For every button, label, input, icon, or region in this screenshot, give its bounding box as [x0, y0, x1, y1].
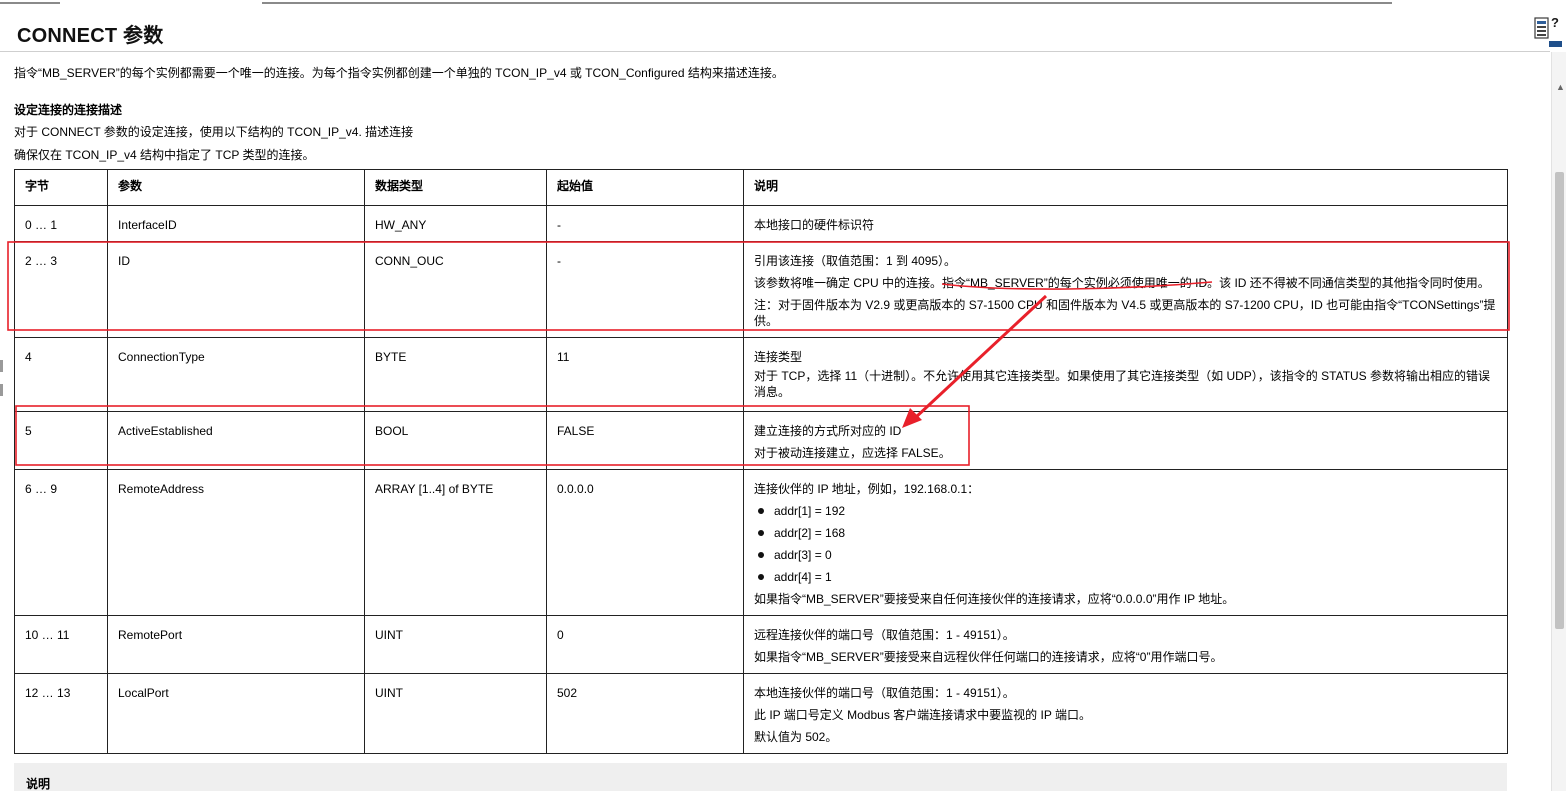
cell-parameter: RemoteAddress [107, 469, 365, 616]
cell-parameter: ID [107, 241, 365, 338]
description-line: 此 IP 端口号定义 Modbus 客户端连接请求中要监视的 IP 端口。 [754, 708, 1091, 722]
description-line: 本地连接伙伴的端口号（取值范围：1 - 49151）。 [754, 686, 1015, 700]
description-line: 对于 TCP，选择 11（十进制）。不允许使用其它连接类型。如果使用了其它连接类… [754, 369, 1491, 399]
left-edge-marks [0, 360, 4, 420]
description-line: 默认值为 502。 [754, 730, 838, 744]
cell-start-value: - [546, 241, 744, 338]
cell-byte: 10 … 11 [14, 615, 108, 674]
list-item: addr[4] = 1 [758, 566, 1497, 588]
cell-description: 连接伙伴的 IP 地址，例如，192.168.0.1： addr[1] = 19… [743, 469, 1508, 616]
column-header-parameter: 参数 [107, 169, 365, 206]
table-row: 6 … 9 RemoteAddress ARRAY [1..4] of BYTE… [14, 469, 1508, 616]
address-list: addr[1] = 192 addr[2] = 168 addr[3] = 0 … [754, 500, 1497, 588]
cell-byte: 2 … 3 [14, 241, 108, 338]
description-line: 连接类型 [754, 350, 803, 364]
cell-data-type: HW_ANY [364, 205, 547, 242]
cell-parameter: ActiveEstablished [107, 411, 365, 470]
list-item: addr[1] = 192 [758, 500, 1497, 522]
scrollbar-thumb[interactable] [1555, 172, 1564, 629]
description-line: 本地接口的硬件标识符 [754, 218, 875, 232]
cell-data-type: UINT [364, 673, 547, 754]
cell-byte: 0 … 1 [14, 205, 108, 242]
cell-data-type: CONN_OUC [364, 241, 547, 338]
cell-parameter: LocalPort [107, 673, 365, 754]
title-divider [0, 51, 1550, 52]
cell-data-type: UINT [364, 615, 547, 674]
table-row: 12 … 13 LocalPort UINT 502 本地连接伙伴的端口号（取值… [14, 673, 1508, 754]
cell-byte: 5 [14, 411, 108, 470]
description-line: 引用该连接（取值范围：1 到 4095）。 [754, 254, 957, 268]
help-icon[interactable]: ? [1534, 13, 1564, 49]
cell-parameter: RemotePort [107, 615, 365, 674]
column-header-start-value: 起始值 [546, 169, 744, 206]
cell-data-type: ARRAY [1..4] of BYTE [364, 469, 547, 616]
cell-start-value: 11 [546, 337, 744, 412]
table-header-row: 字节 参数 数据类型 起始值 说明 [14, 169, 1508, 206]
table-row: 5 ActiveEstablished BOOL FALSE 建立连接的方式所对… [14, 411, 1508, 470]
page-title: CONNECT 参数 [17, 25, 164, 47]
description-line: 建立连接的方式所对应的 ID [754, 424, 902, 438]
cell-description: 本地接口的硬件标识符 [743, 205, 1508, 242]
scroll-up-arrow-icon[interactable]: ▲ [1556, 82, 1565, 92]
description-line: 该参数将唯一确定 CPU 中的连接。指令“MB_SERVER”的每个实例必须使用… [754, 276, 1490, 290]
description-line: 连接伙伴的 IP 地址，例如，192.168.0.1： [754, 482, 980, 496]
cell-byte: 6 … 9 [14, 469, 108, 616]
cell-parameter: ConnectionType [107, 337, 365, 412]
description-line: 如果指令“MB_SERVER”要接受来自远程伙伴任何端口的连接请求，应将“0”用… [754, 650, 1223, 664]
cell-description: 连接类型 对于 TCP，选择 11（十进制）。不允许使用其它连接类型。如果使用了… [743, 337, 1508, 412]
cell-description: 引用该连接（取值范围：1 到 4095）。 该参数将唯一确定 CPU 中的连接。… [743, 241, 1508, 338]
vertical-scrollbar[interactable]: ▲ [1551, 52, 1566, 791]
description-line: 注：对于固件版本为 V2.9 或更高版本的 S7-1500 CPU 和固件版本为… [754, 298, 1496, 328]
column-header-description: 说明 [743, 169, 1508, 206]
cell-byte: 4 [14, 337, 108, 412]
section-description-1: 对于 CONNECT 参数的设定连接，使用以下结构的 TCON_IP_v4. 描… [14, 125, 414, 139]
cell-start-value: 502 [546, 673, 744, 754]
cell-start-value: 0 [546, 615, 744, 674]
table-row: 0 … 1 InterfaceID HW_ANY - 本地接口的硬件标识符 [14, 205, 1508, 242]
cell-byte: 12 … 13 [14, 673, 108, 754]
description-line: 远程连接伙伴的端口号（取值范围：1 - 49151）。 [754, 628, 1015, 642]
list-item: addr[3] = 0 [758, 544, 1497, 566]
column-header-data-type: 数据类型 [364, 169, 547, 206]
cell-start-value: 0.0.0.0 [546, 469, 744, 616]
cell-description: 建立连接的方式所对应的 ID 对于被动连接建立，应选择 FALSE。 [743, 411, 1508, 470]
description-line: 对于被动连接建立，应选择 FALSE。 [754, 446, 951, 460]
intro-text: 指令“MB_SERVER”的每个实例都需要一个唯一的连接。为每个指令实例都创建一… [14, 66, 784, 80]
connect-parameter-table: 字节 参数 数据类型 起始值 说明 0 … 1 InterfaceID HW_A… [14, 169, 1508, 754]
cell-description: 本地连接伙伴的端口号（取值范围：1 - 49151）。 此 IP 端口号定义 M… [743, 673, 1508, 754]
description-line: 如果指令“MB_SERVER”要接受来自任何连接伙伴的连接请求，应将“0.0.0… [754, 592, 1235, 606]
page-header: CONNECT 参数 ? [0, 6, 1562, 54]
table-row: 2 … 3 ID CONN_OUC - 引用该连接（取值范围：1 到 4095）… [14, 241, 1508, 338]
section-description-2: 确保仅在 TCON_IP_v4 结构中指定了 TCP 类型的连接。 [14, 148, 315, 162]
list-item: addr[2] = 168 [758, 522, 1497, 544]
column-header-byte: 字节 [14, 169, 108, 206]
cell-description: 远程连接伙伴的端口号（取值范围：1 - 49151）。 如果指令“MB_SERV… [743, 615, 1508, 674]
cell-data-type: BOOL [364, 411, 547, 470]
table-row: 4 ConnectionType BYTE 11 连接类型 对于 TCP，选择 … [14, 337, 1508, 412]
note-box: 说明 [14, 763, 1507, 791]
cell-data-type: BYTE [364, 337, 547, 412]
section-heading: 设定连接的连接描述 [14, 103, 123, 117]
cell-start-value: - [546, 205, 744, 242]
note-label: 说明 [26, 777, 51, 791]
cell-start-value: FALSE [546, 411, 744, 470]
svg-text:?: ? [1551, 15, 1559, 30]
cell-parameter: InterfaceID [107, 205, 365, 242]
table-row: 10 … 11 RemotePort UINT 0 远程连接伙伴的端口号（取值范… [14, 615, 1508, 674]
